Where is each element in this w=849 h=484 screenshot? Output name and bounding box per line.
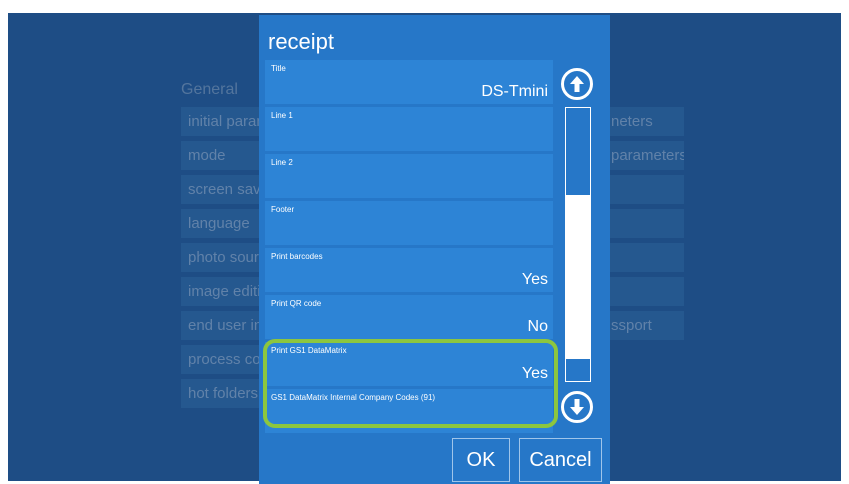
- menu-item-screen-saver[interactable]: screen save: [181, 175, 271, 204]
- cancel-button[interactable]: Cancel: [519, 438, 602, 482]
- field-label: Line 2: [271, 158, 293, 167]
- menu-item-end-user[interactable]: end user in: [181, 311, 271, 340]
- general-heading: General: [181, 81, 238, 98]
- line-2-field[interactable]: Line 2: [265, 154, 553, 198]
- menu-item-image-editing[interactable]: image editi: [181, 277, 271, 306]
- line-1-field[interactable]: Line 1: [265, 107, 553, 151]
- print-barcodes-field[interactable]: Print barcodes Yes: [265, 248, 553, 292]
- arrow-up-circle-icon[interactable]: [561, 68, 593, 100]
- menu-item-photo-source[interactable]: photo sourc: [181, 243, 271, 272]
- highlight-box: [263, 339, 558, 428]
- scrollbar-thumb[interactable]: [566, 195, 590, 359]
- field-label: Footer: [271, 205, 295, 214]
- dialog-title: receipt: [268, 29, 335, 54]
- ok-button[interactable]: OK: [452, 438, 510, 482]
- menu-item-right-4[interactable]: [604, 209, 684, 238]
- menu-item-right-6[interactable]: [604, 277, 684, 306]
- field-value: DS-Tmini: [481, 83, 548, 100]
- menu-item-right-7[interactable]: ssport: [604, 311, 684, 340]
- field-label: Print QR code: [271, 299, 322, 308]
- field-value: No: [527, 318, 548, 335]
- field-value: Yes: [521, 271, 548, 288]
- field-label: Title: [271, 64, 286, 73]
- field-label: Line 1: [271, 111, 293, 120]
- print-qr-code-field[interactable]: Print QR code No: [265, 295, 553, 339]
- menu-item-right-3[interactable]: [604, 175, 684, 204]
- scrollbar[interactable]: [565, 107, 591, 382]
- menu-item-right-2[interactable]: parameters: [604, 141, 684, 170]
- menu-item-mode[interactable]: mode: [181, 141, 271, 170]
- field-label: Print barcodes: [271, 252, 323, 261]
- arrow-down-circle-icon[interactable]: [561, 391, 593, 423]
- title-field[interactable]: Title DS-Tmini: [265, 60, 553, 104]
- menu-item-process-control[interactable]: process co: [181, 345, 271, 374]
- menu-item-right-5[interactable]: [604, 243, 684, 272]
- menu-item-hot-folders[interactable]: hot folders: [181, 379, 271, 408]
- footer-field[interactable]: Footer: [265, 201, 553, 245]
- menu-item-right-1[interactable]: neters: [604, 107, 684, 136]
- menu-item-initial-parameters[interactable]: initial param: [181, 107, 271, 136]
- menu-item-language[interactable]: language: [181, 209, 271, 238]
